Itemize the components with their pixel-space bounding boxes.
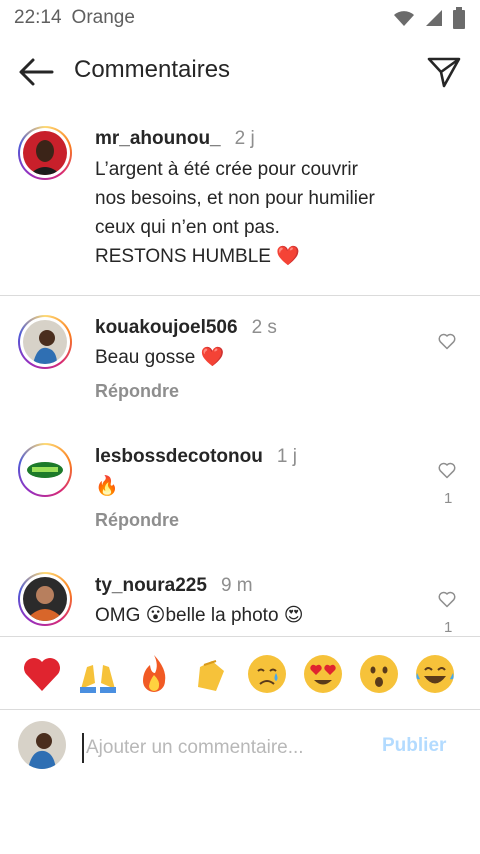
emoji-heart-eyes-icon[interactable] xyxy=(302,653,344,695)
reply-button[interactable]: Répondre xyxy=(95,510,179,531)
comment-avatar[interactable] xyxy=(18,315,72,369)
emoji-clapping-hands-icon[interactable] xyxy=(190,653,232,695)
emoji-raising-hands-icon[interactable] xyxy=(77,653,119,695)
like-count: 1 xyxy=(444,619,453,636)
heart-icon[interactable] xyxy=(437,589,457,609)
comment-text: Beau gosse ❤️ xyxy=(95,347,225,368)
comment-composer: Publier xyxy=(0,711,480,781)
caption-text: L’argent à été crée pour couvrir nos bes… xyxy=(95,155,375,271)
emoji-crying-face-icon[interactable] xyxy=(246,653,288,695)
caption-avatar[interactable] xyxy=(18,126,72,180)
comment-text: OMG 😮belle la photo 😍 xyxy=(95,605,304,626)
page-title: Commentaires xyxy=(74,56,231,83)
comment-avatar[interactable] xyxy=(18,572,72,626)
username-text[interactable]: mr_ahounou_ xyxy=(95,128,221,149)
app-bar: Commentaires xyxy=(0,44,480,100)
caption-line: nos besoins, et non pour humilier xyxy=(95,188,375,209)
avatar-photo xyxy=(23,131,67,175)
username-text[interactable]: lesbossdecotonou xyxy=(95,446,263,467)
caption-line: RESTONS HUMBLE ❤️ xyxy=(95,246,300,267)
publish-button[interactable]: Publier xyxy=(382,735,446,757)
emoji-surprised-face-icon[interactable] xyxy=(358,653,400,695)
reply-button[interactable]: Répondre xyxy=(95,381,179,402)
comment-time: 9 m xyxy=(220,575,253,596)
clock: 22:14 xyxy=(14,7,62,28)
emoji-quick-bar xyxy=(0,636,480,710)
emoji-tears-of-joy-icon[interactable] xyxy=(414,653,456,695)
carrier: Orange xyxy=(71,7,135,28)
comment-avatar[interactable] xyxy=(18,443,72,497)
current-user-avatar xyxy=(18,721,66,769)
signal-icon xyxy=(426,10,442,26)
comment-text: 🔥 xyxy=(95,476,119,497)
avatar-logo xyxy=(23,448,67,492)
comment-time: 1 j xyxy=(276,446,297,467)
comment-username[interactable]: kouakoujoel506 2 s xyxy=(95,317,277,339)
divider xyxy=(0,295,480,296)
avatar-photo xyxy=(23,320,67,364)
caption-time: 2 j xyxy=(234,128,255,149)
heart-icon[interactable] xyxy=(437,460,457,480)
comment-username[interactable]: ty_noura225 9 m xyxy=(95,575,253,597)
comment-username[interactable]: lesbossdecotonou 1 j xyxy=(95,446,297,468)
battery-icon xyxy=(453,7,465,29)
comment-time: 2 s xyxy=(251,317,277,338)
heart-icon[interactable] xyxy=(437,331,457,351)
comment-input[interactable] xyxy=(82,733,358,763)
emoji-red-heart-icon[interactable] xyxy=(21,653,63,695)
emoji-fire-icon[interactable] xyxy=(133,653,175,695)
avatar-photo xyxy=(23,577,67,621)
back-arrow-icon[interactable] xyxy=(16,56,56,88)
like-count: 1 xyxy=(444,490,453,507)
wifi-icon xyxy=(394,11,414,26)
username-text[interactable]: ty_noura225 xyxy=(95,575,207,596)
caption-line: ceux qui n’en ont pas. xyxy=(95,217,280,238)
status-bar: 22:14 Orange xyxy=(0,0,480,36)
username-text[interactable]: kouakoujoel506 xyxy=(95,317,238,338)
caption-line: L’argent à été crée pour couvrir xyxy=(95,159,358,180)
caption-username[interactable]: mr_ahounou_ 2 j xyxy=(95,128,255,150)
send-icon[interactable] xyxy=(426,54,462,90)
